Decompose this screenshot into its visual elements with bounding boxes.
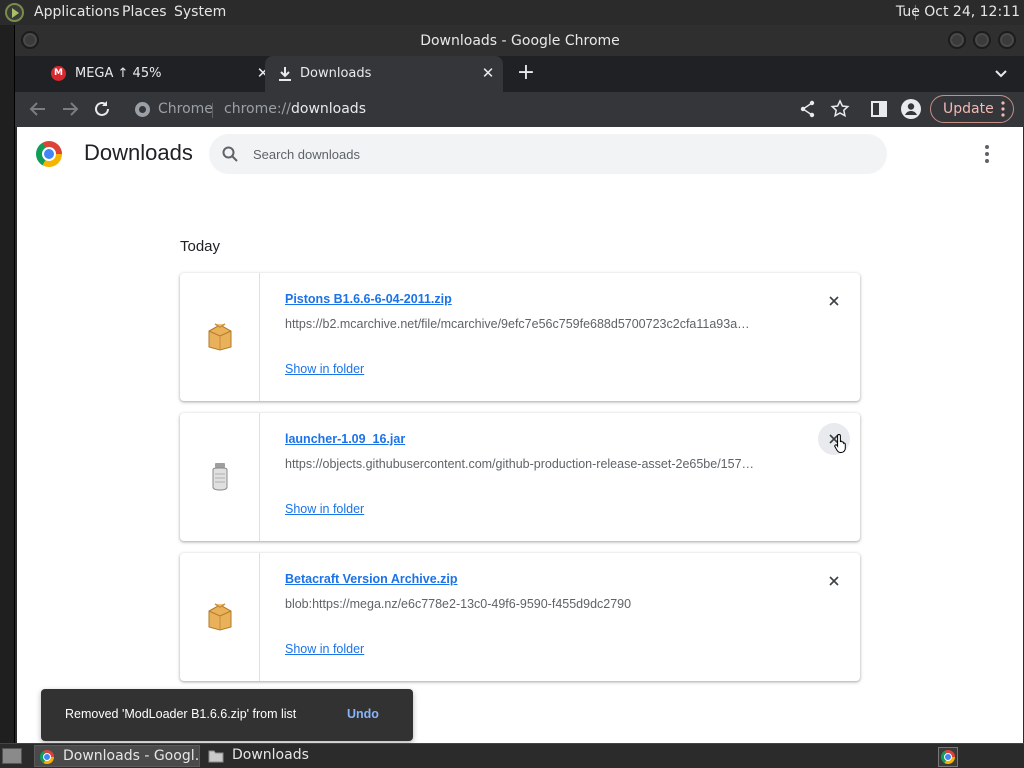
more-vertical-icon <box>1001 101 1005 117</box>
window-titlebar[interactable]: Downloads - Google Chrome <box>15 25 1024 56</box>
toast-message: Removed 'ModLoader B1.6.6.zip' from list <box>65 707 297 721</box>
chip-separator <box>212 103 213 118</box>
tab-label: MEGA ↑ 45% <box>75 66 162 81</box>
tab-downloads[interactable]: Downloads ✕ <box>265 56 503 92</box>
tab-close-icon[interactable]: ✕ <box>479 64 497 82</box>
browser-toolbar: Chrome chrome://downloads Update <box>15 92 1024 127</box>
menu-system[interactable]: System <box>174 4 226 20</box>
tab-strip: M MEGA ↑ 45% ✕ Downloads ✕ + <box>15 56 1024 92</box>
minimize-button[interactable] <box>948 31 966 49</box>
file-icon-column <box>180 273 260 401</box>
file-icon-column <box>180 553 260 681</box>
menu-applications[interactable]: Applications <box>34 4 120 20</box>
tab-search-chevron-icon[interactable] <box>991 64 1011 84</box>
search-input[interactable] <box>253 144 853 164</box>
update-button[interactable]: Update <box>930 95 1014 123</box>
file-source-url[interactable]: blob:https://mega.nz/e6c778e2-13c0-49f6-… <box>285 597 785 611</box>
file-icon-column <box>180 413 260 541</box>
file-name-link[interactable]: Betacraft Version Archive.zip <box>285 572 458 586</box>
maximize-button[interactable] <box>973 31 991 49</box>
url-path: downloads <box>291 101 366 117</box>
folder-icon <box>208 750 224 763</box>
file-source-url[interactable]: https://b2.mcarchive.net/file/mcarchive/… <box>285 317 785 331</box>
chrome-icon <box>39 749 55 765</box>
download-item: launcher-1.09_16.jar https://objects.git… <box>180 413 860 541</box>
chrome-site-icon <box>135 102 150 117</box>
forward-arrow-icon[interactable] <box>59 98 81 120</box>
search-icon <box>222 146 238 162</box>
mega-icon: M <box>51 66 66 81</box>
task-chrome-window[interactable]: Downloads - Googl… <box>34 745 200 767</box>
tab-mega[interactable]: M MEGA ↑ 45% ✕ <box>29 56 279 92</box>
page-title: Downloads <box>84 140 193 165</box>
file-name-link[interactable]: launcher-1.09_16.jar <box>285 432 405 446</box>
show-in-folder-link[interactable]: Show in folder <box>285 642 364 656</box>
zip-archive-icon <box>208 323 232 351</box>
clock[interactable]: Tue Oct 24, 12:11 <box>896 4 1020 20</box>
chrome-window: Downloads - Google Chrome M MEGA ↑ 45% ✕… <box>14 25 1024 743</box>
menu-places[interactable]: Places <box>122 4 167 20</box>
remove-item-button[interactable] <box>822 289 846 313</box>
download-item: Betacraft Version Archive.zip blob:https… <box>180 553 860 681</box>
task-files-window[interactable]: Downloads <box>204 745 374 767</box>
share-icon[interactable] <box>797 98 819 120</box>
search-box[interactable] <box>209 134 887 174</box>
url-text[interactable]: chrome://downloads <box>224 101 366 117</box>
downloads-page: Downloads Today Pistons B1.6.6-6-04- <box>17 127 1023 743</box>
show-in-folder-link[interactable]: Show in folder <box>285 502 364 516</box>
date-header: Today <box>180 238 221 255</box>
hand-cursor-icon <box>834 433 846 453</box>
window-title: Downloads - Google Chrome <box>420 33 620 49</box>
close-icon <box>829 296 839 306</box>
close-window-button[interactable] <box>998 31 1016 49</box>
chrome-logo-icon <box>36 141 62 167</box>
close-icon <box>829 576 839 586</box>
remove-item-button[interactable] <box>822 569 846 593</box>
zip-archive-icon <box>208 603 232 631</box>
new-tab-button[interactable]: + <box>515 62 537 84</box>
undo-button[interactable]: Undo <box>347 707 379 721</box>
task-label: Downloads <box>232 747 309 763</box>
download-item: Pistons B1.6.6-6-04-2011.zip https://b2.… <box>180 273 860 401</box>
show-in-folder-link[interactable]: Show in folder <box>285 362 364 376</box>
file-source-url[interactable]: https://objects.githubusercontent.com/gi… <box>285 457 785 471</box>
origin-chip: Chrome <box>158 101 213 117</box>
reload-icon[interactable] <box>91 98 113 120</box>
update-label: Update <box>943 101 994 117</box>
more-vertical-icon[interactable] <box>983 143 991 165</box>
tray-chrome-icon[interactable] <box>938 747 958 767</box>
url-scheme: chrome:// <box>224 101 291 117</box>
download-icon <box>279 67 291 81</box>
taskbar: Downloads - Googl… Downloads <box>0 743 1024 768</box>
profile-avatar-icon[interactable] <box>900 98 922 120</box>
side-panel-icon[interactable] <box>868 98 890 120</box>
show-desktop-icon[interactable] <box>2 748 22 764</box>
os-logo-icon[interactable] <box>5 3 24 22</box>
undo-toast: Removed 'ModLoader B1.6.6.zip' from list… <box>41 689 413 741</box>
file-name-link[interactable]: Pistons B1.6.6-6-04-2011.zip <box>285 292 452 306</box>
bookmark-star-icon[interactable] <box>829 98 851 120</box>
top-panel: Applications Places System Tue Oct 24, 1… <box>0 0 1024 25</box>
back-arrow-icon[interactable] <box>27 98 49 120</box>
tab-label: Downloads <box>300 66 372 81</box>
jar-file-icon <box>212 463 228 491</box>
task-label: Downloads - Googl… <box>63 748 198 764</box>
